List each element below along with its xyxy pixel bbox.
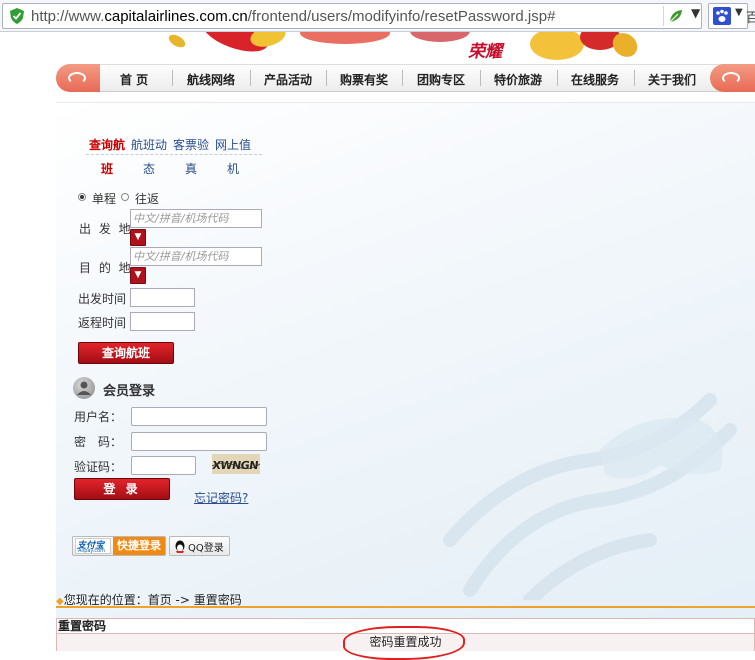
depart-date-input[interactable] (130, 288, 195, 307)
honor-logo-text: 荣耀 (468, 42, 502, 62)
password-label: 密 码： (74, 435, 123, 449)
tab-flight-search[interactable]: 查询航班 (86, 133, 128, 181)
paw-icon (713, 7, 731, 25)
ribbon-decoration (300, 32, 390, 44)
shield-icon (10, 8, 24, 24)
person-icon (77, 381, 91, 395)
from-dropdown-button[interactable]: ▼ (130, 229, 146, 246)
section-divider (56, 606, 755, 608)
nav-divider (557, 70, 558, 86)
username-label: 用户名： (74, 410, 123, 424)
from-city-input[interactable]: 中文/拼音/机场代码 (130, 209, 262, 228)
breadcrumb-current: 重置密码 (193, 593, 242, 607)
tab-online-checkin[interactable]: 网上值机 (212, 133, 254, 181)
depart-date-label: 出发时间 (78, 292, 127, 306)
oneway-label: 单程 (92, 192, 117, 206)
annotation-circle (343, 626, 465, 660)
qq-login-button[interactable]: QQ登录 (169, 536, 230, 556)
login-button[interactable]: 登 录 (74, 478, 170, 500)
nav-divider (402, 70, 403, 86)
nav-divider (172, 70, 173, 86)
captcha-input[interactable] (131, 456, 196, 475)
login-title: 会员登录 (103, 384, 156, 399)
captcha-label: 验证码： (74, 460, 123, 474)
tab-divider (86, 154, 262, 155)
nav-divider (326, 70, 327, 86)
password-input[interactable] (131, 432, 267, 451)
to-label: 目 的 地 (79, 261, 133, 275)
ribbon-decoration (530, 32, 584, 60)
ribbon-decoration (166, 32, 188, 50)
search-engine-button[interactable]: ▼ (708, 3, 748, 29)
chevron-down-icon: ▼ (735, 7, 743, 18)
nav-item-routes[interactable]: 航线网络 (187, 71, 235, 88)
to-dropdown-button[interactable]: ▼ (130, 267, 146, 284)
radio-roundtrip[interactable] (121, 193, 129, 201)
nav-item-prize[interactable]: 购票有奖 (340, 71, 388, 88)
nav-divider (480, 70, 481, 86)
nav-item-about[interactable]: 关于我们 (648, 71, 696, 88)
ribbon-decoration (410, 32, 470, 42)
from-label: 出 发 地 (79, 222, 133, 236)
radio-oneway[interactable] (78, 193, 86, 201)
site-banner: 荣耀 (0, 32, 755, 66)
return-date-label: 返程时间 (78, 316, 127, 330)
url-dropdown-icon[interactable]: ▼ (691, 6, 700, 20)
alipay-login-button[interactable]: 支付宝 Alipay.com 快捷登录 (72, 536, 166, 556)
browser-toolbar: http://www.capitalairlines.com.cn/fronte… (0, 0, 755, 32)
address-bar[interactable]: http://www.capitalairlines.com.cn/fronte… (2, 3, 702, 29)
nav-divider (634, 70, 635, 86)
search-box-partial[interactable]: 百 (746, 7, 755, 26)
tab-flight-status[interactable]: 航班动态 (128, 133, 170, 181)
return-date-input[interactable] (130, 312, 195, 331)
alipay-logo: 支付宝 Alipay.com (75, 538, 111, 554)
nav-cap-left (56, 64, 100, 92)
to-city-input[interactable]: 中文/拼音/机场代码 (130, 247, 262, 266)
nav-cap-right (710, 64, 755, 92)
swirl-icon (68, 72, 86, 84)
url-divider (663, 6, 664, 26)
qq-penguin-icon (175, 540, 185, 553)
search-flights-button[interactable]: 查询航班 (78, 342, 174, 364)
swirl-icon (722, 72, 740, 84)
url-text[interactable]: http://www.capitalairlines.com.cn/fronte… (31, 8, 555, 25)
nav-item-home[interactable]: 首 页 (120, 71, 148, 88)
username-input[interactable] (131, 407, 267, 426)
captcha-image[interactable]: XWNGN (212, 454, 260, 474)
nav-item-deals[interactable]: 特价旅游 (494, 71, 542, 88)
leaf-icon[interactable] (667, 7, 685, 25)
roundtrip-label: 往返 (135, 192, 160, 206)
nav-divider (250, 70, 251, 86)
user-avatar-icon (73, 377, 95, 399)
nav-item-products[interactable]: 产品活动 (264, 71, 312, 88)
nav-item-service[interactable]: 在线服务 (571, 71, 619, 88)
dragon-watermark (443, 393, 737, 600)
tab-ticket-verify[interactable]: 客票验真 (170, 133, 212, 181)
nav-item-group[interactable]: 团购专区 (417, 71, 465, 88)
forgot-password-link[interactable]: 忘记密码? (194, 489, 248, 506)
breadcrumb-home-link[interactable]: 首页 (148, 593, 172, 607)
